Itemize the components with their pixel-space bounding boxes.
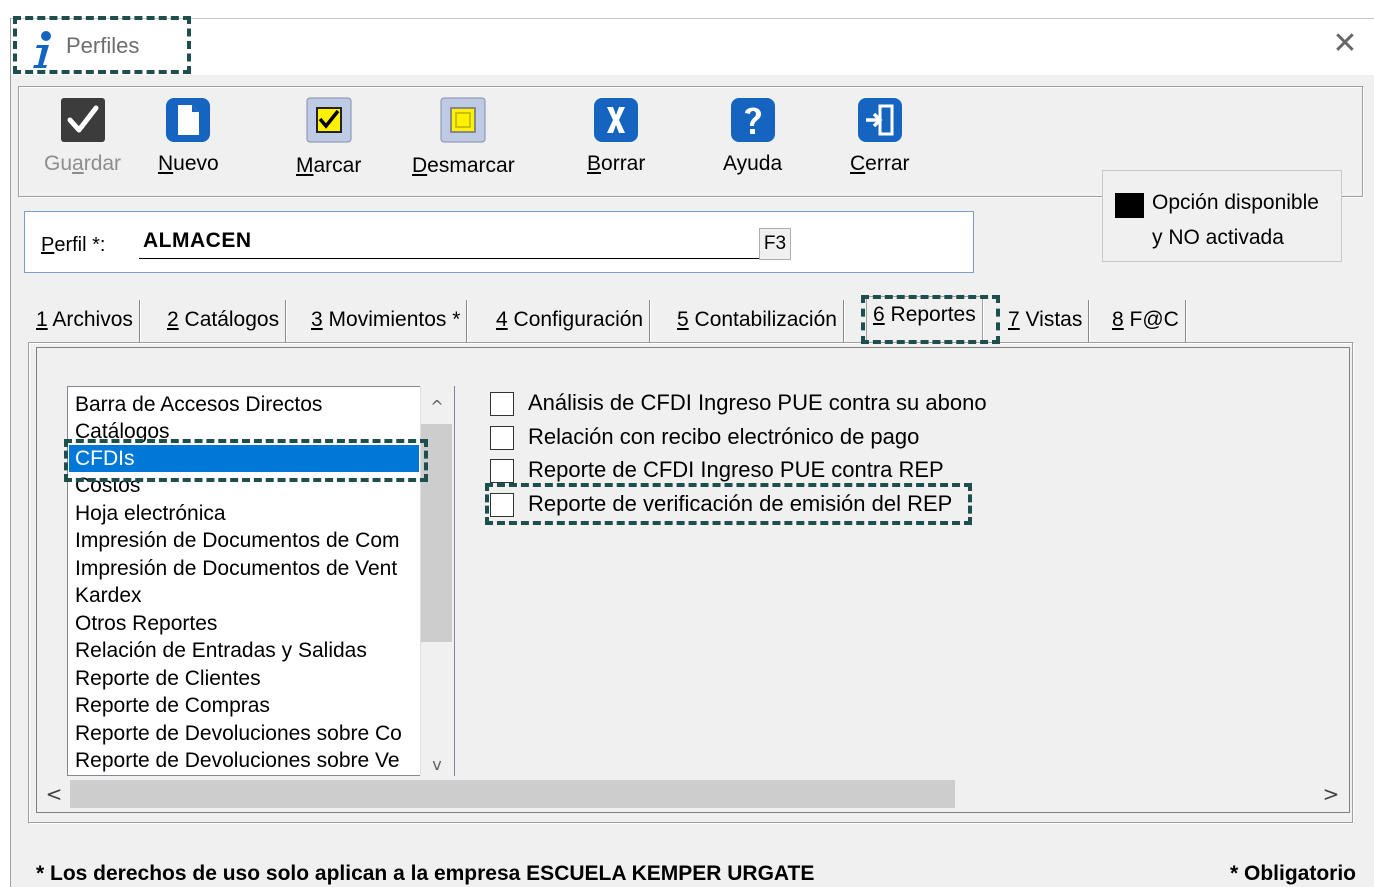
perfil-input[interactable]: ALMACEN — [143, 229, 252, 253]
scroll-left-icon[interactable]: < — [37, 776, 71, 812]
list-item[interactable]: Reporte de Devoluciones sobre Ve — [69, 747, 419, 774]
option-label: Reporte de verificación de emisión del R… — [528, 491, 953, 516]
marcar-label: Marcar — [296, 154, 362, 177]
horizontal-scroll-thumb[interactable] — [70, 780, 955, 808]
tab-archivos[interactable]: 1 Archivos — [30, 300, 140, 342]
option-label: Relación con recibo electrónico de pago — [528, 424, 920, 449]
option-label: Reporte de CFDI Ingreso PUE contra REP — [528, 457, 944, 482]
perfil-input-underline — [139, 258, 789, 259]
x-delete-icon — [594, 98, 639, 142]
new-document-icon — [166, 98, 211, 142]
option-checkbox[interactable] — [490, 493, 514, 517]
desmarcar-button[interactable]: Desmarcar — [412, 96, 515, 178]
exit-door-icon — [857, 98, 902, 142]
check-icon — [60, 98, 105, 142]
tab-contabilizacion[interactable]: 5 Contabilización — [671, 300, 844, 342]
info-icon — [33, 31, 51, 68]
list-item[interactable]: Hoja electrónica — [69, 500, 419, 527]
checked-box-icon — [306, 97, 352, 143]
rights-note: * Los derechos de uso solo aplican a la … — [36, 862, 815, 885]
list-item[interactable]: Reporte de Clientes — [69, 665, 419, 692]
list-item[interactable]: Kardex — [69, 582, 419, 609]
title-bar[interactable]: Perfiles ✕ — [11, 19, 1374, 75]
legend-text-line1: Opción disponible — [1152, 191, 1319, 214]
f3-lookup-button[interactable]: F3 — [759, 228, 791, 260]
scroll-up-icon[interactable]: ^ — [420, 392, 454, 422]
help-icon — [730, 98, 775, 142]
guardar-label: Guardar — [44, 152, 122, 175]
list-item-selected[interactable]: CFDIs — [69, 445, 419, 472]
tab-configuracion[interactable]: 4 Configuración — [490, 300, 651, 342]
option-checkbox[interactable] — [490, 426, 514, 450]
list-item[interactable]: Costos — [69, 472, 419, 499]
tab-catalogos[interactable]: 2 Catálogos — [161, 300, 287, 342]
option-checkbox[interactable] — [490, 392, 514, 416]
tab-reportes[interactable]: 6 Reportes — [866, 296, 983, 344]
desmarcar-label: Desmarcar — [412, 154, 515, 177]
unchecked-box-icon — [440, 97, 486, 143]
ayuda-button[interactable]: Ayuda — [723, 96, 782, 176]
perfiles-window: Perfiles ✕ Guardar Nuevo Marcar Desmarca… — [0, 0, 1374, 887]
nuevo-button[interactable]: Nuevo — [158, 96, 219, 176]
cerrar-button[interactable]: Cerrar — [850, 96, 910, 176]
legend-box: Opción disponible y NO activada — [1102, 170, 1342, 262]
list-item[interactable]: Impresión de Documentos de Com — [69, 527, 419, 554]
list-item[interactable]: Reporte de Devoluciones sobre Co — [69, 720, 419, 747]
window-title: Perfiles — [66, 33, 140, 58]
list-item[interactable]: Reporte de Compras — [69, 692, 419, 719]
borrar-button[interactable]: Borrar — [587, 96, 645, 176]
list-item[interactable]: Otros Reportes — [69, 610, 419, 637]
cerrar-label: Cerrar — [850, 152, 910, 175]
ayuda-label: Ayuda — [723, 152, 783, 175]
list-scroll-thumb[interactable] — [421, 424, 452, 642]
guardar-button[interactable]: Guardar — [44, 96, 121, 176]
option-label: Análisis de CFDI Ingreso PUE contra su a… — [528, 390, 987, 415]
list-item[interactable]: Barra de Accesos Directos — [69, 391, 419, 418]
tab-movimientos[interactable]: 3 Movimientos * — [305, 300, 468, 342]
list-item[interactable]: Catálogos — [69, 418, 419, 445]
list-item[interactable]: Relación de Entradas y Salidas — [69, 637, 419, 664]
perfil-group: Perfil *: ALMACEN F3 — [24, 211, 974, 273]
tab-fac[interactable]: 8 F@C — [1106, 300, 1186, 342]
borrar-label: Borrar — [587, 152, 646, 175]
close-window-icon[interactable]: ✕ — [1329, 29, 1361, 61]
marcar-button[interactable]: Marcar — [296, 96, 361, 178]
required-note: * Obligatorio — [1230, 862, 1356, 885]
legend-text-line2: y NO activada — [1152, 226, 1284, 249]
option-checkbox[interactable] — [490, 459, 514, 483]
legend-swatch — [1115, 193, 1144, 218]
scroll-right-icon[interactable]: > — [1314, 776, 1348, 812]
list-item[interactable]: Impresión de Documentos de Vent — [69, 555, 419, 582]
nuevo-label: Nuevo — [158, 152, 219, 175]
tab-vistas[interactable]: 7 Vistas — [1002, 300, 1090, 342]
perfil-label: Perfil *: — [41, 234, 106, 256]
report-category-list[interactable]: Barra de Accesos Directos Catálogos CFDI… — [67, 386, 455, 776]
